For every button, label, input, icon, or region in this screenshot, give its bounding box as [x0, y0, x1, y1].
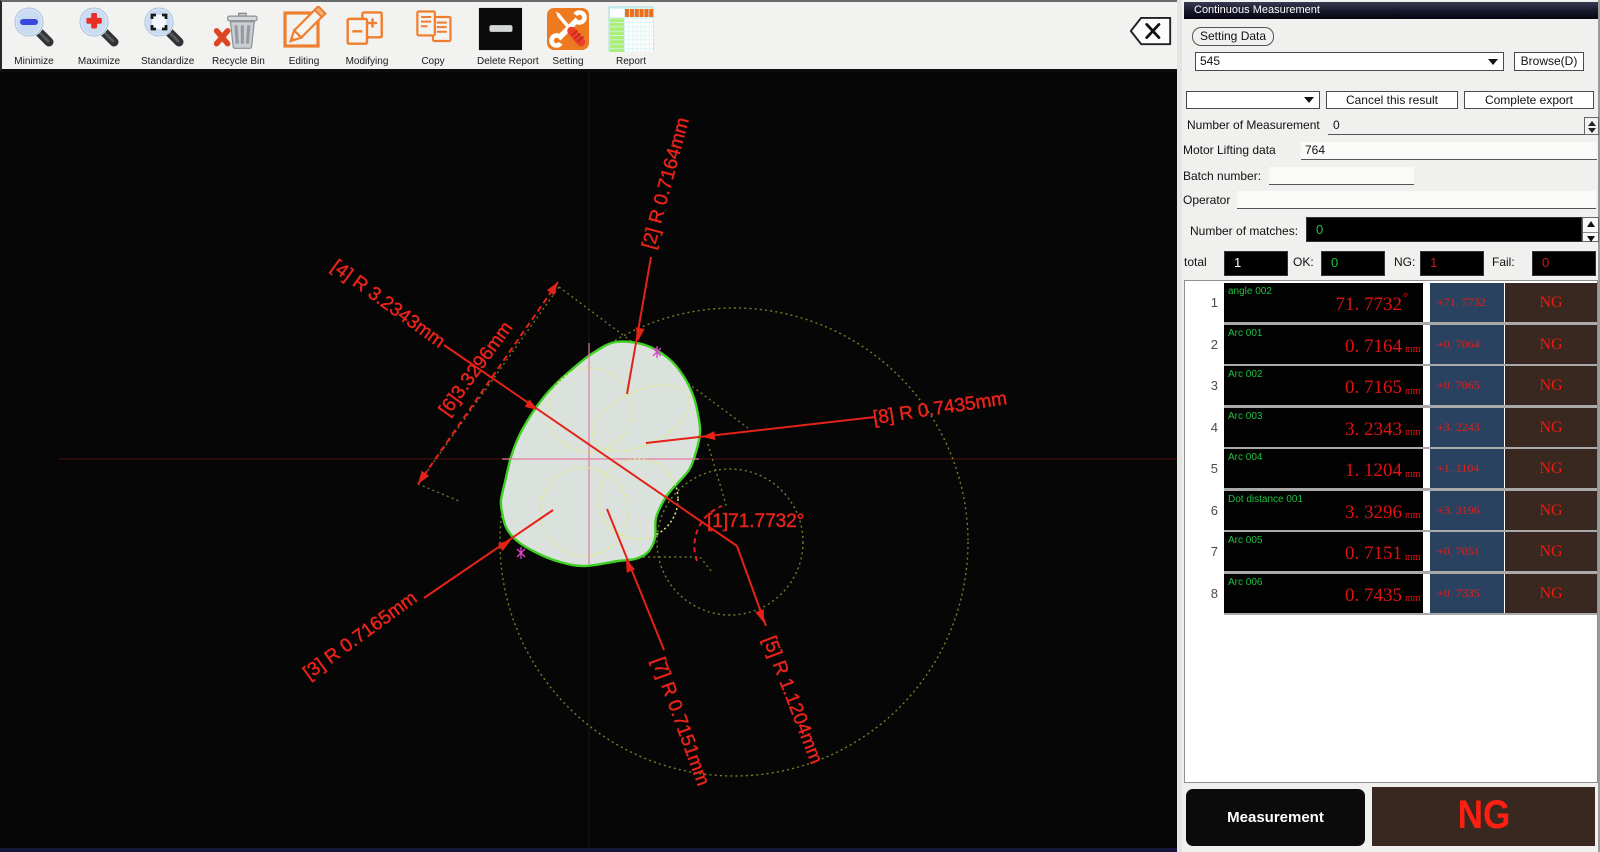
svg-text:[1]71.7732°: [1]71.7732°: [707, 511, 804, 532]
